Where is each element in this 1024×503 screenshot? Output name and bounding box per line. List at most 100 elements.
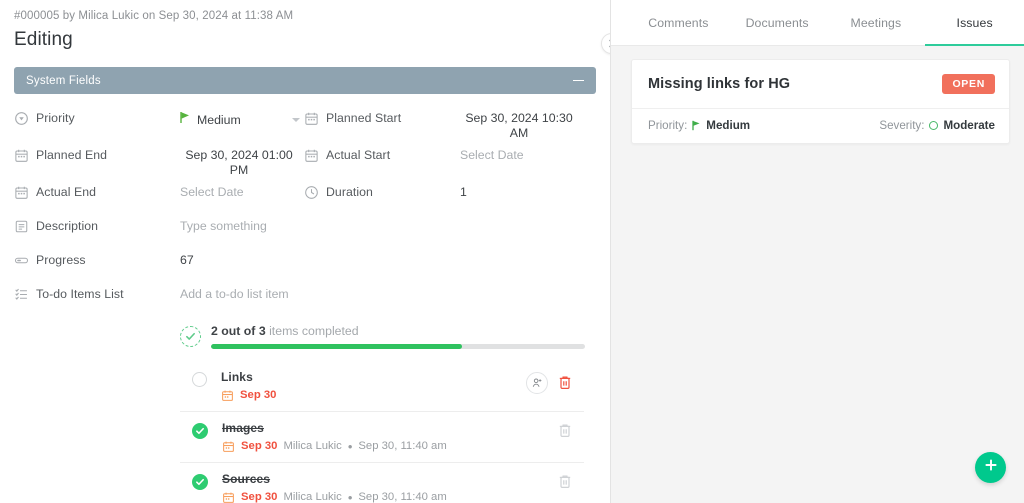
side-panel: Comments Documents Meetings Issues Missi…: [611, 0, 1024, 503]
field-description-value[interactable]: Type something: [180, 212, 480, 234]
list-item[interactable]: Images Sep 30 Milica Lukic • Sep 30, 11:…: [180, 410, 584, 462]
field-row: Planned End Sep 30, 2024 01:00 PM Actual…: [14, 141, 610, 178]
priority-label: Priority:: [648, 119, 688, 132]
progress-icon: [14, 253, 29, 268]
todo-item-author: Milica Lukic: [283, 491, 342, 503]
calendar-icon: [304, 148, 319, 163]
checkbox-unchecked-icon[interactable]: [192, 371, 207, 387]
field-priority-label: Priority: [14, 104, 180, 126]
field-planned-start-value[interactable]: Sep 30, 2024 10:30 AM: [460, 104, 610, 141]
list-item[interactable]: Links Sep 30: [180, 361, 584, 411]
todo-item-date: Sep 30: [241, 440, 278, 452]
todo-item-date: Sep 30: [240, 389, 277, 401]
field-row: Priority Medium Planned Start Sep 30, 20…: [14, 104, 610, 141]
chevron-down-icon[interactable]: [292, 118, 300, 122]
flag-icon: [692, 120, 701, 131]
todo-list-block: 2 out of 3 items completed Links Sep 30 …: [180, 322, 585, 503]
todo-items: Links Sep 30 Images Sep 30 Milica Lukic …: [180, 361, 584, 503]
tab-label: Documents: [745, 15, 809, 30]
delete-icon[interactable]: [558, 474, 572, 489]
todo-completed-suffix: items completed: [269, 324, 359, 338]
delete-icon[interactable]: [558, 375, 572, 390]
field-planned-end-value[interactable]: Sep 30, 2024 01:00 PM: [180, 141, 304, 178]
record-meta-text: #000005 by Milica Lukic on Sep 30, 2024 …: [14, 10, 294, 22]
priority-selected-value: Medium: [197, 112, 241, 127]
todo-item-author: Milica Lukic: [283, 440, 342, 452]
todo-item-title: Links: [221, 369, 253, 384]
todo-item-title: Sources: [222, 471, 271, 486]
calendar-icon: [221, 389, 234, 402]
status-badge: OPEN: [942, 74, 995, 94]
section-title: System Fields: [26, 74, 101, 87]
list-item[interactable]: Sources Sep 30 Milica Lukic • Sep 30, 11…: [180, 461, 584, 503]
tab-issues[interactable]: Issues: [925, 0, 1024, 46]
severity-label: Severity:: [879, 119, 925, 132]
issue-card[interactable]: Missing links for HG OPEN Priority: Medi…: [631, 59, 1010, 144]
field-todo-label: To-do Items List: [14, 280, 180, 302]
calendar-icon: [14, 148, 29, 163]
panel-tabs: Comments Documents Meetings Issues: [611, 0, 1024, 46]
system-fields-section-header[interactable]: System Fields: [14, 67, 596, 94]
clock-icon: [304, 185, 319, 200]
todo-item-title: Images: [222, 420, 264, 435]
field-duration-label: Duration: [304, 178, 460, 200]
field-progress-value[interactable]: 67: [180, 246, 480, 268]
todo-item-date: Sep 30: [241, 491, 278, 503]
duration-value: 1: [460, 185, 467, 199]
issue-title: Missing links for HG: [648, 76, 791, 92]
field-progress-label: Progress: [14, 246, 180, 268]
todo-progress-bar: [211, 344, 585, 349]
app-root: #000005 by Milica Lukic on Sep 30, 2024 …: [0, 0, 1024, 503]
field-todo-input[interactable]: Add a to-do list item: [180, 280, 500, 302]
field-row: To-do Items List Add a to-do list item: [14, 280, 610, 314]
assign-user-icon[interactable]: [526, 371, 548, 394]
todo-progress-fill: [211, 344, 462, 349]
field-row: Actual End Select Date Duration 1: [14, 178, 610, 212]
checklist-icon: [14, 287, 29, 302]
tab-comments[interactable]: Comments: [629, 0, 728, 45]
field-actual-end-value[interactable]: Select Date: [180, 178, 304, 200]
add-issue-button[interactable]: [975, 452, 1006, 483]
tab-label: Comments: [648, 15, 709, 30]
tab-label: Meetings: [850, 15, 902, 30]
planned-start-value: Sep 30, 2024 10:30 AM: [465, 111, 573, 140]
field-actual-start-value[interactable]: Select Date: [460, 141, 610, 163]
field-row: Description Type something: [14, 212, 610, 246]
field-label: Actual Start: [326, 148, 391, 162]
field-row: Progress 67: [14, 246, 610, 280]
todo-completed-count: 2 out of 3: [211, 324, 266, 338]
actual-start-value: Select Date: [460, 148, 524, 162]
severity-ring-icon: [929, 121, 939, 130]
calendar-icon: [304, 111, 319, 126]
field-duration-value[interactable]: 1: [460, 178, 610, 200]
minus-icon[interactable]: [573, 79, 584, 82]
checkbox-checked-icon[interactable]: [192, 473, 208, 490]
record-meta: #000005 by Milica Lukic on Sep 30, 2024 …: [0, 0, 610, 22]
issue-severity: Severity: Moderate: [879, 119, 995, 132]
delete-icon[interactable]: [558, 423, 572, 438]
priority-value: Medium: [706, 119, 751, 132]
priority-icon: [14, 111, 29, 126]
check-circle-icon: [180, 326, 201, 347]
checkbox-checked-icon[interactable]: [192, 422, 208, 439]
tab-meetings[interactable]: Meetings: [827, 0, 926, 45]
field-planned-start-label: Planned Start: [304, 104, 460, 126]
separator-dot: •: [347, 438, 353, 454]
flag-icon: [180, 111, 191, 129]
field-label: Priority: [36, 111, 75, 125]
calendar-icon: [222, 491, 235, 503]
description-icon: [14, 219, 29, 234]
field-label: Description: [36, 219, 99, 233]
todo-item-completed-at: Sep 30, 11:40 am: [358, 491, 447, 503]
todo-progress-summary: 2 out of 3 items completed: [180, 322, 585, 349]
issue-card-header: Missing links for HG OPEN: [632, 60, 1009, 109]
calendar-icon: [14, 185, 29, 200]
todo-progress-text: 2 out of 3 items completed: [211, 324, 585, 338]
field-priority-value[interactable]: Medium: [180, 104, 304, 129]
field-label: Duration: [326, 185, 373, 199]
field-label: Progress: [36, 253, 86, 267]
field-description-label: Description: [14, 212, 180, 234]
tab-documents[interactable]: Documents: [728, 0, 827, 45]
issue-priority: Priority: Medium: [648, 119, 750, 132]
field-label: Planned End: [36, 148, 107, 162]
